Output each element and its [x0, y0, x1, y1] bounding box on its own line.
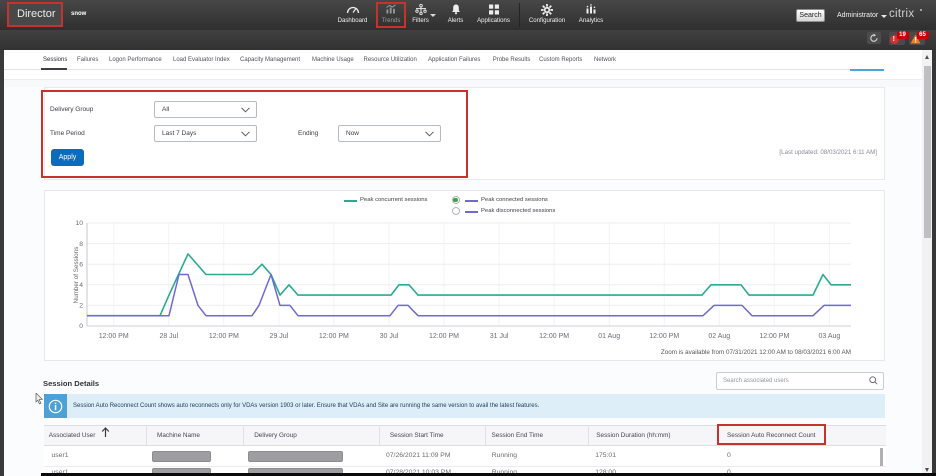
svg-text:12:00 PM: 12:00 PM: [429, 333, 459, 340]
svg-text:12:00 PM: 12:00 PM: [319, 333, 349, 340]
svg-text:01 Aug: 01 Aug: [598, 333, 620, 340]
svg-text:29 Jul: 29 Jul: [270, 333, 289, 340]
svg-text:Number of Sessions: Number of Sessions: [73, 247, 80, 304]
svg-text:02 Aug: 02 Aug: [708, 333, 730, 340]
svg-text:03 Aug: 03 Aug: [818, 333, 840, 340]
svg-text:30 Jul: 30 Jul: [380, 333, 399, 340]
svg-text:12:00 PM: 12:00 PM: [649, 333, 679, 340]
svg-text:12:00 PM: 12:00 PM: [539, 333, 569, 340]
svg-text:12:00 PM: 12:00 PM: [99, 333, 129, 340]
svg-text:10: 10: [75, 220, 83, 227]
svg-text:12:00 PM: 12:00 PM: [209, 333, 239, 340]
svg-text:31 Jul: 31 Jul: [490, 333, 509, 340]
svg-text:12:00 PM: 12:00 PM: [759, 333, 789, 340]
svg-text:28 Jul: 28 Jul: [159, 333, 178, 340]
svg-text:0: 0: [79, 323, 83, 330]
